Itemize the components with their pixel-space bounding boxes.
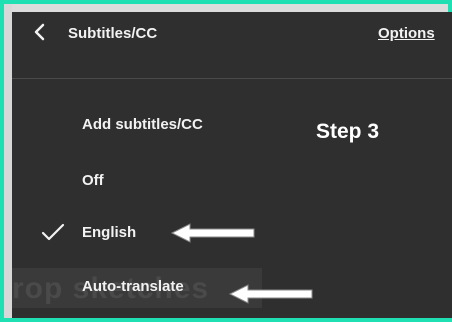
menu-title: Subtitles/CC [68, 25, 158, 42]
options-link[interactable]: Options [378, 25, 435, 42]
menu-item-english[interactable]: English [82, 224, 136, 241]
menu-item-add-subtitles[interactable]: Add subtitles/CC [82, 116, 203, 133]
step-annotation-label: Step 3 [316, 120, 380, 143]
left-edge-strip [4, 4, 12, 318]
menu-header [12, 12, 452, 78]
left-arrow-icon [228, 284, 313, 304]
chevron-left-icon[interactable] [30, 22, 50, 42]
menu-item-off[interactable]: Off [82, 172, 104, 189]
menu-item-auto-translate[interactable]: Auto-translate [82, 278, 184, 295]
left-arrow-icon [170, 223, 255, 243]
header-divider [12, 78, 452, 79]
checkmark-icon [41, 223, 65, 241]
top-edge-strip [4, 4, 448, 12]
